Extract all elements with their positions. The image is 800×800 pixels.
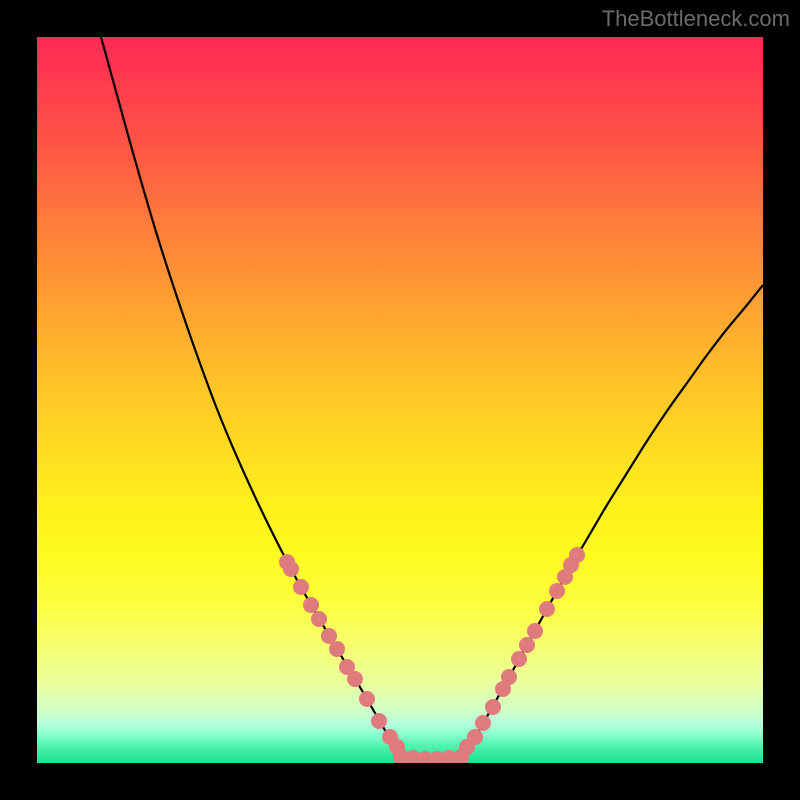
marker-dot: [283, 561, 299, 577]
marker-dot: [519, 637, 535, 653]
marker-dot: [347, 671, 363, 687]
marker-dot: [539, 601, 555, 617]
marker-group: [279, 547, 585, 763]
watermark: TheBottleneck.com: [602, 6, 790, 32]
curve-left: [101, 37, 401, 755]
marker-dot: [511, 651, 527, 667]
marker-dot: [329, 641, 345, 657]
marker-dot: [527, 623, 543, 639]
marker-dot: [501, 669, 517, 685]
marker-dot: [475, 715, 491, 731]
marker-dot: [549, 583, 565, 599]
marker-dot: [467, 729, 483, 745]
marker-dot: [485, 699, 501, 715]
marker-dot: [311, 611, 327, 627]
plot-area: [37, 37, 763, 763]
marker-dot: [303, 597, 319, 613]
marker-dot: [359, 691, 375, 707]
marker-dot: [371, 713, 387, 729]
marker-dot: [293, 579, 309, 595]
marker-dot: [569, 547, 585, 563]
chart-svg: [37, 37, 763, 763]
